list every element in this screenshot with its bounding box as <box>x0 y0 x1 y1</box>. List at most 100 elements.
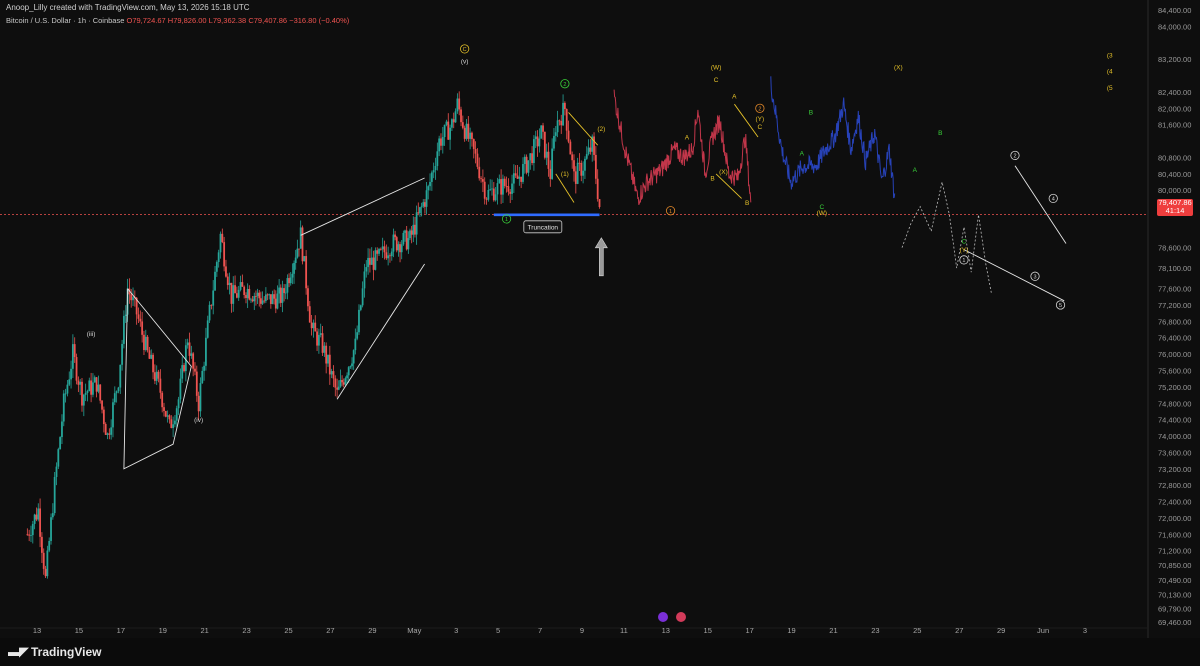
candle <box>363 271 366 289</box>
candle <box>452 119 455 123</box>
y-tick-label: 72,400.00 <box>1158 498 1191 507</box>
x-tick-label: 25 <box>284 626 292 635</box>
wave-label: A <box>732 93 737 100</box>
wave-label: 1 <box>962 258 965 264</box>
y-tick-label: 76,800.00 <box>1158 317 1191 326</box>
candle <box>454 111 457 123</box>
candle <box>445 121 448 125</box>
candle <box>334 378 337 388</box>
candle <box>268 294 271 296</box>
pennant-lower-line <box>555 173 575 203</box>
candle <box>141 321 144 335</box>
wave-label: (5 <box>1107 85 1113 92</box>
candle <box>412 224 415 235</box>
wave-label: B <box>710 175 714 182</box>
candle <box>264 294 267 301</box>
candle <box>64 393 67 395</box>
candle <box>553 135 555 149</box>
candle <box>226 276 229 286</box>
wave-label: (4 <box>1107 69 1113 76</box>
candle <box>582 170 585 176</box>
candle <box>374 250 377 270</box>
wave-label: (iv) <box>194 417 203 424</box>
candle <box>119 364 122 388</box>
candle <box>73 344 76 358</box>
candle <box>184 345 187 372</box>
price-chart[interactable]: 84,400.00 84,000.00 83,200.00 82,400.00 82,0… <box>0 0 1200 666</box>
candle <box>438 138 441 152</box>
x-tick-label: 21 <box>829 626 837 635</box>
candle <box>545 151 548 158</box>
current-price-badge: 79,407.86 41:14 <box>1157 199 1193 216</box>
wave-label: C <box>463 47 467 53</box>
candle <box>144 336 147 350</box>
candle <box>183 365 185 372</box>
candle <box>175 408 178 421</box>
wave-label: 3 <box>1033 275 1036 281</box>
candle <box>153 372 156 381</box>
truncation-label: Truncation <box>528 224 559 231</box>
candle <box>243 286 246 296</box>
candle <box>201 370 204 384</box>
wave-label: A <box>685 134 690 141</box>
candle <box>458 98 461 110</box>
candle <box>463 127 466 139</box>
candle <box>392 234 395 252</box>
candle <box>82 394 85 406</box>
candle <box>520 176 523 182</box>
candle <box>387 255 390 259</box>
candle <box>271 294 274 304</box>
candle <box>245 295 247 298</box>
candle <box>314 322 317 332</box>
candle <box>436 151 439 167</box>
y-tick-label: 70,490.00 <box>1158 576 1191 585</box>
candle <box>349 366 352 368</box>
candle <box>478 166 481 179</box>
x-tick-label: 27 <box>955 626 963 635</box>
candle <box>573 160 575 172</box>
candle <box>260 298 262 304</box>
event-icon <box>676 612 686 622</box>
x-tick-label: 13 <box>33 626 41 635</box>
candle <box>251 299 254 302</box>
candle <box>93 377 96 383</box>
candle <box>327 354 329 364</box>
tradingview-brand[interactable]: ▬◤ TradingView <box>8 644 101 660</box>
candle <box>576 162 579 184</box>
wave-label: (3 <box>1107 52 1113 59</box>
candle <box>225 266 227 277</box>
wave-label: (W) <box>817 210 827 217</box>
candle <box>215 262 218 272</box>
candle <box>370 257 373 265</box>
candle <box>502 178 504 195</box>
wave-label: (X) <box>894 65 903 72</box>
candle <box>210 304 213 306</box>
candle <box>531 153 533 164</box>
candle <box>132 297 134 301</box>
event-icon <box>658 612 668 622</box>
candle <box>420 206 423 208</box>
y-tick-label: 74,000.00 <box>1158 432 1191 441</box>
candle <box>188 342 191 356</box>
candle <box>434 166 437 171</box>
candle <box>492 188 495 201</box>
candle <box>339 380 342 387</box>
y-tick-label: 75,200.00 <box>1158 383 1191 392</box>
candle <box>372 257 375 270</box>
candle <box>223 242 226 267</box>
y-tick-label: 75,600.00 <box>1158 366 1191 375</box>
candle <box>108 433 111 435</box>
candle <box>425 190 428 207</box>
candle <box>150 354 153 359</box>
candle <box>79 381 82 385</box>
candle <box>186 342 189 346</box>
candle <box>88 380 91 392</box>
candle <box>589 147 592 152</box>
wave-label: B <box>809 110 813 117</box>
x-tick-label: 11 <box>620 626 628 635</box>
x-tick-label: 5 <box>496 626 500 635</box>
candle <box>505 185 508 187</box>
candle <box>50 517 52 541</box>
candle <box>235 293 238 298</box>
candle <box>397 244 400 251</box>
